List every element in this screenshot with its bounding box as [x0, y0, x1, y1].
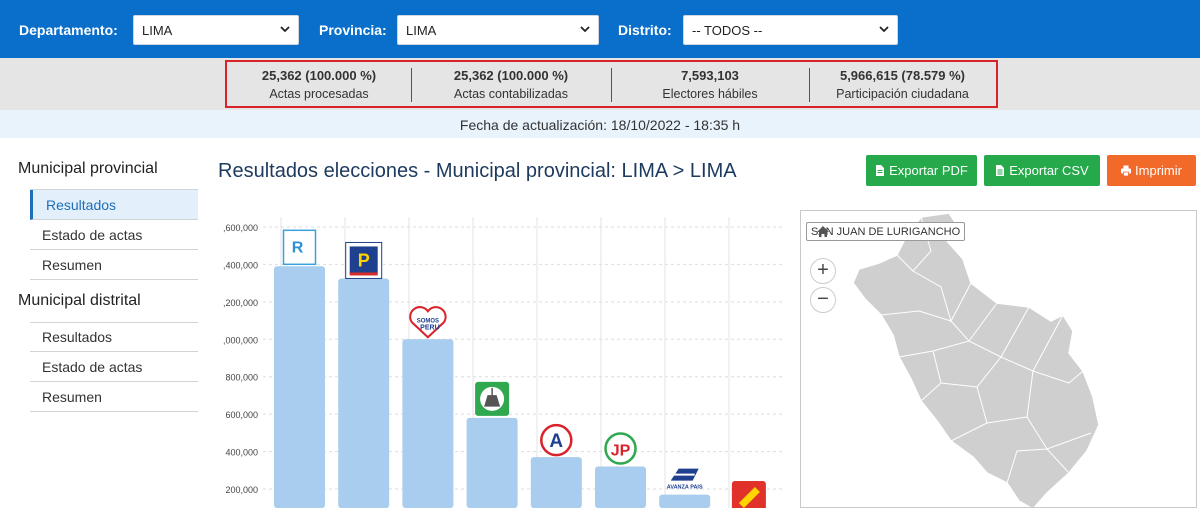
stat-actas-procesadas: 25,362 (100.000 %) Actas procesadas: [227, 62, 411, 106]
stat-label: Actas contabilizadas: [454, 87, 568, 101]
juntos-peru-logo-text: JP: [611, 443, 631, 460]
export-csv-label: Exportar CSV: [1009, 163, 1089, 178]
peru-map[interactable]: [801, 211, 1197, 508]
stat-actas-contabilizadas: 25,362 (100.000 %) Actas contabilizadas: [411, 62, 611, 106]
stat-value: 5,966,615 (78.579 %): [839, 68, 966, 83]
stat-label: Actas procesadas: [269, 87, 369, 101]
sidebar-item-resultados-provincial[interactable]: Resultados: [30, 190, 198, 220]
chart-bar: [530, 457, 582, 508]
chart-bar: [466, 417, 518, 508]
distrito-label: Distrito:: [618, 22, 672, 38]
chart-bar: [595, 466, 646, 508]
zoom-out-button[interactable]: −: [810, 287, 836, 313]
sidebar-item-resumen-distrital[interactable]: Resumen: [30, 382, 198, 412]
stat-value: 7,593,103: [681, 68, 739, 83]
sidebar-item-resultados-distrital[interactable]: Resultados: [30, 322, 198, 352]
print-button[interactable]: Imprimir: [1107, 155, 1196, 186]
podemos-logo-text: P: [358, 250, 370, 270]
file-csv-icon: [996, 165, 1005, 176]
stat-value: 25,362 (100.000 %): [453, 68, 569, 83]
sidebar-item-estado-actas-provincial[interactable]: Estado de actas: [30, 220, 198, 250]
chart-svg: ,600,000 ,400,000 ,200,000 ,000,000 800,000 6…: [223, 217, 794, 511]
print-label: Imprimir: [1135, 163, 1182, 178]
somos-peru-logo-text: PERU: [420, 324, 439, 331]
chart-bar: [274, 266, 325, 508]
sidebar-heading-distrital: Municipal distrital: [18, 292, 141, 309]
y-tick-label: ,600,000: [223, 223, 258, 233]
departamento-select[interactable]: LIMA: [133, 15, 299, 45]
avanza-pais-logo-text: AVANZA PAIS: [667, 485, 703, 491]
y-tick-label: ,200,000: [223, 298, 258, 308]
y-tick-label: 400,000: [225, 448, 258, 458]
region-shape[interactable]: [852, 212, 1100, 508]
update-date: Fecha de actualización: 18/10/2022 - 18:…: [0, 110, 1200, 138]
chevron-down-icon: [280, 26, 290, 33]
y-tick-label: 200,000: [225, 485, 258, 495]
sidebar-heading-provincial: Municipal provincial: [18, 160, 158, 177]
chart-bar: [659, 494, 711, 508]
chart-bar: [402, 339, 454, 508]
provincia-select[interactable]: LIMA: [397, 15, 599, 45]
stat-participacion: 5,966,615 (78.579 %) Participación ciuda…: [809, 62, 996, 106]
departamento-label: Departamento:: [19, 22, 118, 38]
y-tick-label: 600,000: [225, 410, 258, 420]
printer-icon: [1121, 165, 1132, 176]
provincia-value: LIMA: [406, 23, 437, 38]
stat-value: 25,362 (100.000 %): [261, 68, 377, 83]
results-bar-chart: ,600,000 ,400,000 ,200,000 ,000,000 800,000 6…: [215, 205, 794, 511]
export-pdf-button[interactable]: Exportar PDF: [866, 155, 977, 186]
distrito-value: -- TODOS --: [692, 23, 763, 38]
provincia-label: Provincia:: [319, 22, 387, 38]
zoom-in-button[interactable]: +: [810, 258, 836, 284]
stat-electores-habiles: 7,593,103 Electores hábiles: [611, 62, 809, 106]
chart-bar: [338, 278, 390, 508]
departamento-value: LIMA: [142, 23, 173, 38]
filter-bar: Departamento: LIMA Provincia: LIMA Distr…: [0, 0, 1200, 58]
chevron-down-icon: [879, 26, 889, 33]
export-pdf-label: Exportar PDF: [889, 163, 968, 178]
stats-highlight-box: 25,362 (100.000 %) Actas procesadas 25,3…: [225, 60, 998, 108]
page-title: Resultados elecciones - Municipal provin…: [218, 160, 737, 182]
renovacion-popular-logo-text: R: [292, 239, 304, 256]
file-pdf-icon: [876, 165, 885, 176]
sidebar-item-resumen-provincial[interactable]: Resumen: [30, 250, 198, 280]
export-csv-button[interactable]: Exportar CSV: [984, 155, 1100, 186]
sidebar-item-estado-actas-distrital[interactable]: Estado de actas: [30, 352, 198, 382]
podemos-logo-stripe: [349, 272, 378, 276]
avanza-pais-logo-stripe: [672, 473, 695, 476]
accion-popular-logo-text: A: [549, 431, 563, 452]
y-tick-label: 800,000: [225, 373, 258, 383]
stat-label: Electores hábiles: [662, 87, 758, 101]
home-icon[interactable]: [816, 225, 830, 238]
stat-label: Participación ciudadana: [836, 87, 969, 101]
chevron-down-icon: [580, 26, 590, 33]
stats-band: 25,362 (100.000 %) Actas procesadas 25,3…: [0, 58, 1200, 110]
results-map[interactable]: SAN JUAN DE LURIGANCHO + −: [800, 210, 1197, 508]
distrito-select[interactable]: -- TODOS --: [683, 15, 898, 45]
y-tick-label: ,400,000: [223, 260, 258, 270]
y-tick-label: ,000,000: [223, 335, 258, 345]
